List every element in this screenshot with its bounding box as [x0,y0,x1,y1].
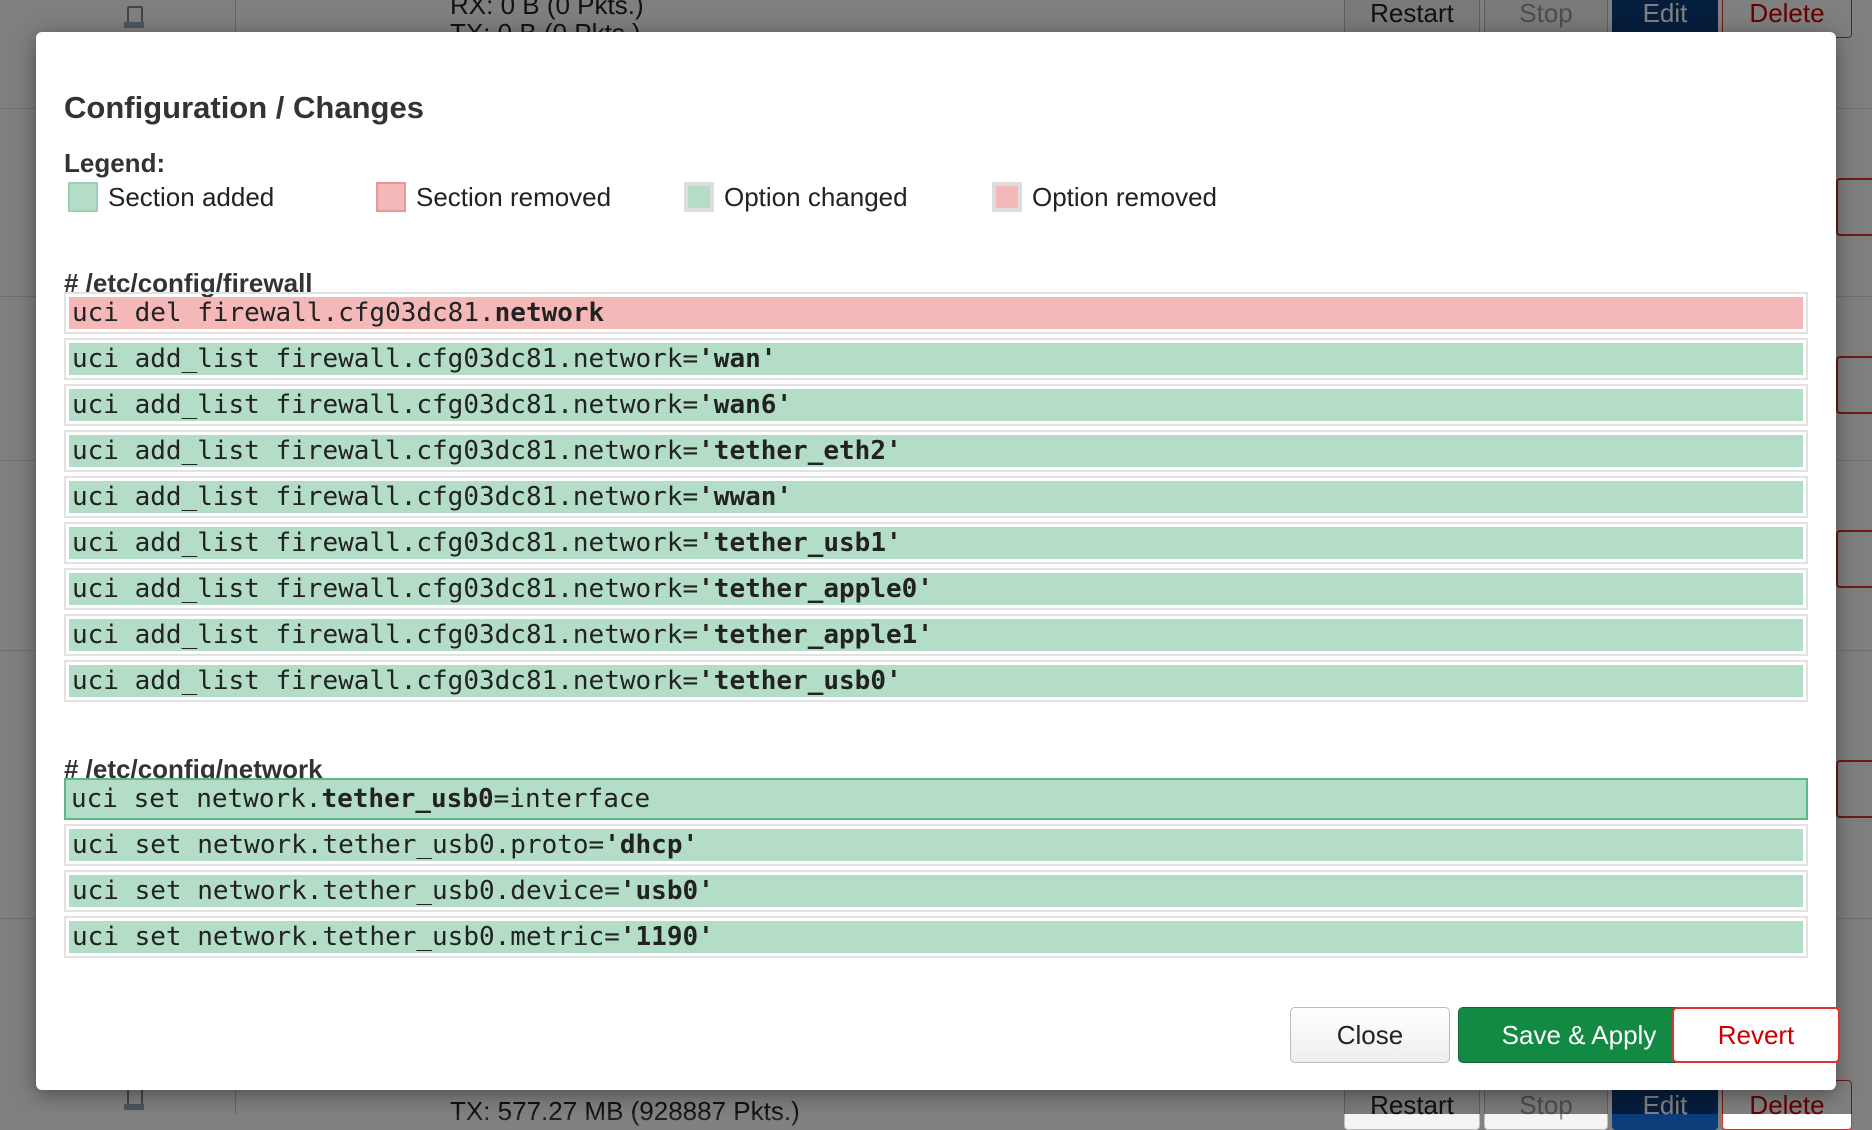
change-line-text: uci add_list firewall.cfg03dc81.network=… [69,573,1803,605]
command-prefix: uci add_list firewall.cfg03dc81.network= [72,574,699,604]
command-value: 'wan' [698,344,777,374]
change-line-changed: uci add_list firewall.cfg03dc81.network=… [64,384,1808,426]
command-value: 'wan6' [698,390,793,420]
changes-modal: Configuration / Changes Legend: Section … [36,32,1836,1090]
command-value: network [494,298,605,328]
option-removed-swatch [992,182,1022,212]
change-line-text: uci add_list firewall.cfg03dc81.network=… [69,343,1803,375]
command-prefix: uci add_list firewall.cfg03dc81.network= [72,344,699,374]
firewall-changes-list: uci del firewall.cfg03dc81.network uci ad… [64,292,1808,706]
command-value: 'tether_usb0' [698,666,902,696]
legend-item-label: Option removed [1032,181,1217,212]
legend-item-label: Section removed [416,181,612,212]
change-line-changed: uci set network.tether_usb0.proto='dhcp' [64,824,1808,866]
command-prefix: uci add_list firewall.cfg03dc81.network= [72,528,699,558]
change-line-text: uci add_list firewall.cfg03dc81.network=… [69,527,1803,559]
close-button[interactable]: Close [1290,1007,1450,1063]
save-apply-button[interactable]: Save & Apply [1458,1007,1700,1063]
legend-option-changed: Option changed [684,180,908,214]
change-line-text: uci set network.tether_usb0.proto='dhcp' [69,829,1803,861]
legend-item-label: Option changed [724,181,908,212]
option-changed-swatch [684,182,714,212]
command-prefix: uci add_list firewall.cfg03dc81.network= [72,436,699,466]
change-line-text: uci add_list firewall.cfg03dc81.network=… [69,389,1803,421]
change-line-removed: uci del firewall.cfg03dc81.network [64,292,1808,334]
legend-section-added: Section added [68,180,274,214]
change-line-changed: uci add_list firewall.cfg03dc81.network=… [64,430,1808,472]
change-line-changed: uci add_list firewall.cfg03dc81.network=… [64,476,1808,518]
change-line-text: uci add_list firewall.cfg03dc81.network=… [69,665,1803,697]
modal-title: Configuration / Changes [64,90,424,125]
section-removed-swatch [376,182,406,212]
change-line-changed: uci add_list firewall.cfg03dc81.network=… [64,522,1808,564]
section-added-swatch [68,182,98,212]
command-suffix: =interface [493,784,651,814]
change-line-changed: uci add_list firewall.cfg03dc81.network=… [64,568,1808,610]
change-line-text: uci add_list firewall.cfg03dc81.network=… [69,619,1803,651]
legend-item-label: Section added [108,181,275,212]
command-value: 'tether_eth2' [698,436,902,466]
command-value: '1190' [619,922,714,952]
legend-label: Legend: [64,148,166,178]
command-prefix: uci set network.tether_usb0.metric= [72,922,620,952]
change-line-changed: uci set network.tether_usb0.device='usb0… [64,870,1808,912]
command-value: 'tether_apple1' [698,620,933,650]
command-value: 'tether_apple0' [698,574,933,604]
command-prefix: uci add_list firewall.cfg03dc81.network= [72,482,699,512]
command-prefix: uci set network. [71,784,322,814]
command-prefix: uci add_list firewall.cfg03dc81.network= [72,666,699,696]
change-line-changed: uci add_list firewall.cfg03dc81.network=… [64,338,1808,380]
change-line-text: uci set network.tether_usb0.device='usb0… [69,875,1803,907]
change-line-text: uci add_list firewall.cfg03dc81.network=… [69,435,1803,467]
change-line-added: uci set network.tether_usb0=interface [64,778,1808,820]
command-value: 'usb0' [619,876,714,906]
change-line-text: uci set network.tether_usb0.metric='1190… [69,921,1803,953]
revert-button[interactable]: Revert [1672,1007,1840,1063]
legend-section-removed: Section removed [376,180,611,214]
legend-option-removed: Option removed [992,180,1217,214]
command-prefix: uci set network.tether_usb0.proto= [72,830,605,860]
change-line-text: uci set network.tether_usb0=interface [66,780,1806,818]
change-line-changed: uci set network.tether_usb0.metric='1190… [64,916,1808,958]
command-prefix: uci del firewall.cfg03dc81. [72,298,495,328]
change-line-changed: uci add_list firewall.cfg03dc81.network=… [64,660,1808,702]
command-prefix: uci add_list firewall.cfg03dc81.network= [72,390,699,420]
command-value: tether_usb0 [321,784,494,814]
change-line-changed: uci add_list firewall.cfg03dc81.network=… [64,614,1808,656]
network-changes-list: uci set network.tether_usb0=interface uci… [64,778,1808,962]
command-prefix: uci add_list firewall.cfg03dc81.network= [72,620,699,650]
change-line-text: uci add_list firewall.cfg03dc81.network=… [69,481,1803,513]
command-value: 'dhcp' [604,830,699,860]
command-value: 'wwan' [698,482,793,512]
command-value: 'tether_usb1' [698,528,902,558]
command-prefix: uci set network.tether_usb0.device= [72,876,620,906]
change-line-text: uci del firewall.cfg03dc81.network [69,297,1803,329]
